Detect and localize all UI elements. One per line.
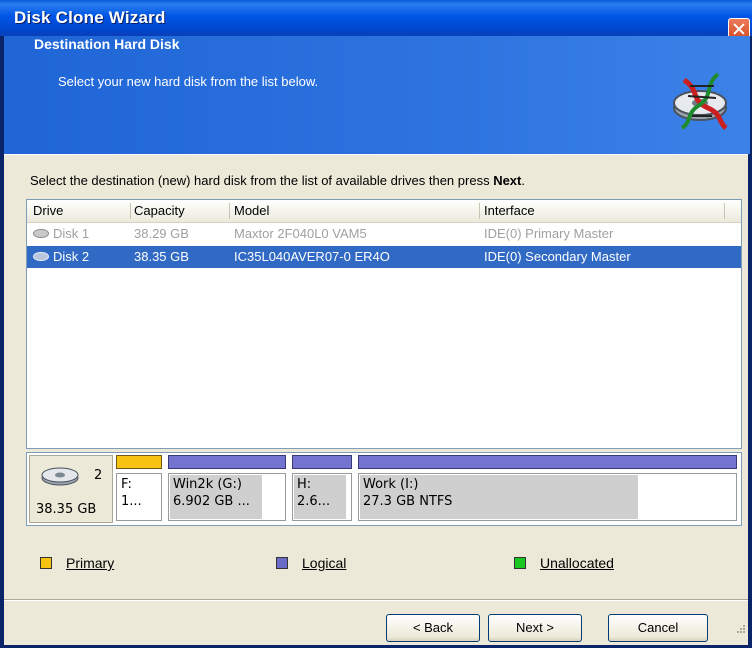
primary-partition-bar [116, 455, 162, 469]
legend-unallocated-label: Unallocated [540, 555, 614, 571]
partition-i[interactable]: Work (I:) 27.3 GB NTFS [358, 455, 737, 521]
row-model: Maxtor 2F040L0 VAM5 [234, 226, 367, 241]
partition-info: 2.6... [297, 494, 331, 509]
logical-swatch [276, 557, 288, 569]
row-model: IC35L040AVER07-0 ER4O [234, 249, 390, 264]
title-bar[interactable]: Disk Clone Wizard [0, 0, 752, 40]
disk-clone-icon [673, 72, 728, 130]
column-model[interactable]: Model [234, 203, 269, 218]
disk-clone-wizard-window: Disk Clone Wizard Destination Hard Disk … [0, 0, 752, 648]
back-button[interactable]: < Back [386, 614, 480, 642]
list-row-disk2[interactable]: Disk 2 38.35 GB IC35L040AVER07-0 ER4O ID… [27, 246, 741, 268]
partition-label: Win2k (G:) [173, 477, 242, 492]
partition-g[interactable]: Win2k (G:) 6.902 GB ... [168, 455, 286, 521]
logical-partition-bar [168, 455, 286, 469]
header-title: Destination Hard Disk [34, 36, 180, 52]
partition-info: 6.902 GB ... [173, 494, 250, 509]
wizard-body: Select the destination (new) hard disk f… [4, 154, 748, 645]
hard-disk-icon [41, 467, 79, 486]
list-header: Drive Capacity Model Interface [27, 200, 741, 223]
row-capacity: 38.29 GB [134, 226, 189, 241]
row-capacity: 38.35 GB [134, 249, 189, 264]
disk-summary: 2 38.35 GB [29, 455, 113, 523]
disk-capacity: 38.35 GB [36, 502, 97, 517]
partition-label: Work (I:) [363, 477, 419, 492]
hard-disk-icon [33, 229, 49, 238]
partition-info: 1... [121, 494, 142, 509]
partition-info: 27.3 GB NTFS [363, 494, 453, 509]
unallocated-swatch [514, 557, 526, 569]
disk-number: 2 [94, 468, 103, 483]
row-interface: IDE(0) Secondary Master [484, 249, 631, 264]
column-capacity[interactable]: Capacity [134, 203, 185, 218]
drive-list[interactable]: Drive Capacity Model Interface Disk 1 38… [26, 199, 742, 449]
list-row-disk1[interactable]: Disk 1 38.29 GB Maxtor 2F040L0 VAM5 IDE(… [27, 223, 741, 245]
next-button[interactable]: Next > [488, 614, 582, 642]
row-interface: IDE(0) Primary Master [484, 226, 614, 241]
wizard-header: Destination Hard Disk Select your new ha… [4, 36, 750, 154]
cancel-button[interactable]: Cancel [608, 614, 708, 642]
partition-h[interactable]: H: 2.6... [292, 455, 352, 521]
disk-partition-map: 2 38.35 GB F: 1... Win2k (G:) 6.902 GB .… [26, 452, 742, 526]
legend-primary-label: Primary [66, 555, 115, 571]
partition-f[interactable]: F: 1... [116, 455, 162, 521]
partition-label: F: [121, 477, 132, 492]
legend-logical-label: Logical [302, 555, 347, 571]
row-drive: Disk 2 [53, 249, 90, 264]
instruction-next-bold: Next [493, 173, 522, 188]
hard-disk-icon [33, 252, 49, 261]
resize-grip-icon[interactable] [736, 623, 746, 635]
window-title: Disk Clone Wizard [14, 8, 166, 27]
header-subtitle: Select your new hard disk from the list … [58, 74, 319, 89]
row-drive: Disk 1 [53, 226, 90, 241]
primary-swatch [40, 557, 52, 569]
column-interface[interactable]: Interface [484, 203, 535, 218]
button-divider [4, 599, 748, 601]
column-drive[interactable]: Drive [33, 203, 63, 218]
instruction-text: Select the destination (new) hard disk f… [30, 173, 525, 188]
logical-partition-bar [358, 455, 737, 469]
logical-partition-bar [292, 455, 352, 469]
partition-label: H: [297, 477, 312, 492]
